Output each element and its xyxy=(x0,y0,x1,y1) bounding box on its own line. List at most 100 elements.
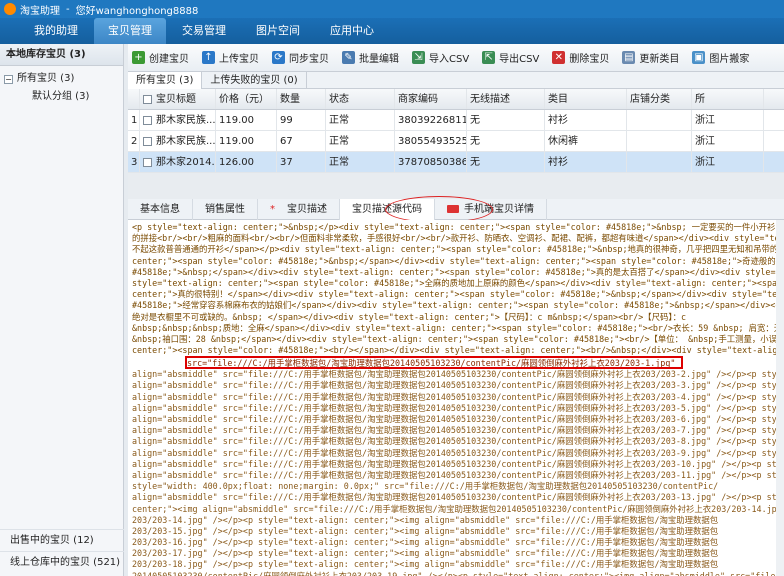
tree-node-all-items[interactable]: − 所有宝贝 (3) xyxy=(4,70,123,88)
modified-star: * xyxy=(270,203,275,215)
row-checkbox[interactable] xyxy=(143,157,152,167)
tab-detail-2[interactable]: * 宝贝描述 xyxy=(258,198,340,220)
table-row[interactable]: 1 那木家民族... 119.00 99 正常 38039226811 无 衬衫 浙江 xyxy=(128,110,784,131)
cell-value: 浙江 xyxy=(695,115,715,126)
nav-item-management[interactable]: 宝贝管理 xyxy=(94,18,166,44)
column-label: 类目 xyxy=(548,94,568,105)
cell-qty: 37 xyxy=(277,152,326,172)
source-code-editor[interactable]: <p style="text-align: center;">&nbsp;</p… xyxy=(128,220,784,576)
sidebar-item-on-sale[interactable]: 出售中的宝贝 (12) xyxy=(0,529,124,551)
sync-icon: ⟳ xyxy=(272,51,285,64)
cell-value: 37870850386 xyxy=(398,157,467,168)
code-line: align="absmiddle" src="file:///C:/用手掌柜数据… xyxy=(132,492,784,503)
cell-value: 126.00 xyxy=(219,157,254,168)
sync-button[interactable]: ⟳ 同步宝贝 xyxy=(272,50,329,65)
nav-image-space[interactable]: 图片空间 xyxy=(242,18,314,44)
table-row[interactable]: 3 那木家2014... 126.00 37 正常 37870850386 无 衬衫 浙江 xyxy=(128,152,784,173)
code-line: 203/203-18.jpg" /></p><p style="text-ali… xyxy=(132,559,719,570)
cell-value: 正常 xyxy=(329,115,349,126)
image-move-button[interactable]: ▣ 图片搬家 xyxy=(692,50,749,65)
code-line: center;"><span style="color: #45818e;"><… xyxy=(132,345,784,356)
cell-wireless: 无 xyxy=(467,131,545,151)
code-line: &nbsp;&nbsp;&nbsp;质地：全麻</span></div><div… xyxy=(132,322,784,333)
column-header[interactable]: 数量 xyxy=(277,89,326,109)
code-line: 20140505103230/contentPic/麻圆领倒麻外衬衫上衣203/… xyxy=(132,570,781,576)
cell-value: 3 xyxy=(131,157,138,168)
code-line: 203/203-15.jpg" /></p><p style="text-ali… xyxy=(132,525,719,536)
tree-node-default-group[interactable]: 默认分组 (3) xyxy=(4,88,123,106)
tab-all-items[interactable]: 所有宝贝 (3) xyxy=(128,72,203,89)
cell-title: 那木家民族... xyxy=(140,131,216,151)
tab-detail-0[interactable]: 基本信息 xyxy=(128,198,193,220)
row-checkbox[interactable] xyxy=(143,136,152,146)
delete-icon: ✕ xyxy=(552,51,566,64)
tab-upload-failed[interactable]: 上传失败的宝贝 (0) xyxy=(202,72,307,89)
cell-qty: 99 xyxy=(277,110,326,130)
code-line: center;">真的很特别！</span></div><div style="… xyxy=(132,289,784,300)
greeting: 您好wanghonghong8888 xyxy=(75,5,199,17)
cell-title: 那木家2014... xyxy=(140,152,216,172)
code-line: align="absmiddle" src="file:///C:/用手掌柜数据… xyxy=(132,369,784,380)
code-line: style="text-align: center;"><span style=… xyxy=(132,277,784,288)
plus-button[interactable]: + 创建宝贝 xyxy=(132,50,189,65)
row-checkbox[interactable] xyxy=(143,115,152,125)
toolbar-label: 批量编辑 xyxy=(359,54,399,65)
edit-button[interactable]: ✎ 批量编辑 xyxy=(342,50,399,65)
table-row[interactable]: 2 那木家民族... 119.00 67 正常 38055493525 无 休闲裤 浙江 xyxy=(128,131,784,152)
column-header[interactable]: 商家编码 xyxy=(395,89,467,109)
code-line: #45818e;">经常穿容系棉麻布衣的姑娘们</span></div><div… xyxy=(132,300,784,311)
cell-price: 119.00 xyxy=(216,110,277,130)
edit-icon: ✎ xyxy=(342,51,355,64)
cell-code: 38039226811 xyxy=(395,110,467,130)
column-header[interactable]: 所 xyxy=(692,89,764,109)
tab-detail-4[interactable]: 手机端宝贝详情 xyxy=(435,198,547,220)
cell-value: 休闲裤 xyxy=(548,136,578,147)
column-header[interactable]: 店铺分类 xyxy=(627,89,692,109)
toolbar-label: 图片搬家 xyxy=(709,54,750,65)
delete-button[interactable]: ✕ 删除宝贝 xyxy=(552,50,609,65)
image-move-icon: ▣ xyxy=(692,51,706,64)
sidebar-item-warehouse[interactable]: 线上仓库中的宝贝 (521) xyxy=(0,551,124,573)
toolbar-label: 同步宝贝 xyxy=(289,54,329,65)
detail-tabs: 基本信息 销售属性 * 宝贝描述 宝贝描述源代码 手机端宝贝详情 xyxy=(128,198,784,220)
cell-status: 正常 xyxy=(326,152,395,172)
upload-button[interactable]: ↑ 上传宝贝 xyxy=(202,50,259,65)
category-icon: ▤ xyxy=(622,51,636,64)
empty-area xyxy=(128,173,784,199)
toolbar-label: 创建宝贝 xyxy=(149,54,189,65)
category-button[interactable]: ▤ 更新类目 xyxy=(622,50,679,65)
toolbar-label: 上传宝贝 xyxy=(219,54,259,65)
nav-trade-management[interactable]: 交易管理 xyxy=(168,18,240,44)
cell-n: 1 xyxy=(128,110,140,130)
collapse-icon[interactable]: − xyxy=(4,74,13,84)
code-line: align="absmiddle" src="file:///C:/用手掌柜数据… xyxy=(132,391,784,402)
cell-value: 99 xyxy=(280,115,293,126)
cell-shop xyxy=(627,110,692,130)
nav-my-assistant[interactable]: 我的助理 xyxy=(20,18,92,44)
toolbar-label: 删除宝贝 xyxy=(569,54,610,65)
nav-app-center[interactable]: 应用中心 xyxy=(316,18,388,44)
cell-value: 37 xyxy=(280,157,293,168)
cell-value: 38055493525 xyxy=(398,136,467,147)
column-header[interactable]: 无线描述 xyxy=(467,89,545,109)
column-header[interactable]: 状态 xyxy=(326,89,395,109)
cell-value: 浙江 xyxy=(695,136,715,147)
column-header[interactable]: 类目 xyxy=(545,89,627,109)
column-label: 商家编码 xyxy=(398,94,438,105)
column-header[interactable]: 宝贝标题 xyxy=(140,89,216,109)
export-button[interactable]: ⇱ 导出CSV xyxy=(482,50,539,65)
column-label: 所 xyxy=(695,94,705,105)
scrollbar[interactable] xyxy=(776,220,784,576)
main-nav: 我的助理 宝贝管理 交易管理 图片空间 应用中心 xyxy=(0,18,784,44)
export-icon: ⇱ xyxy=(482,51,496,64)
select-all-checkbox[interactable] xyxy=(143,94,152,104)
tree-node-label: 所有宝贝 (3) xyxy=(17,73,75,84)
tab-detail-3[interactable]: 宝贝描述源代码 xyxy=(340,198,435,220)
tab-detail-1[interactable]: 销售属性 xyxy=(193,198,258,220)
import-button[interactable]: ⇲ 导入CSV xyxy=(412,50,469,65)
cell-value: 119.00 xyxy=(219,115,254,126)
app-logo-icon xyxy=(4,3,16,15)
cell-wireless: 无 xyxy=(467,110,545,130)
code-line: align="absmiddle" src="file:///C:/用手掌柜数据… xyxy=(132,380,784,391)
column-header[interactable]: 价格（元） xyxy=(216,89,277,109)
